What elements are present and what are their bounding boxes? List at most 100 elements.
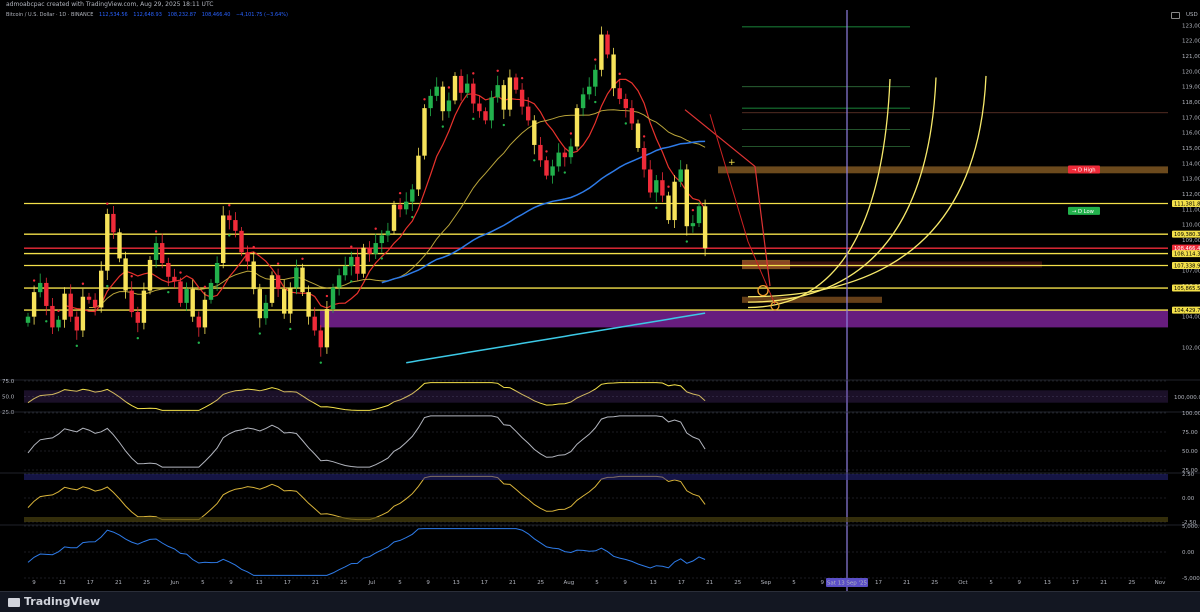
signal-dot xyxy=(350,280,353,283)
time-tick-label: 5 xyxy=(398,580,402,586)
signal-dot xyxy=(533,159,536,162)
cursor-date-text: Sat 13 Sep '25 xyxy=(827,581,868,587)
price-tick-label: 104,000.00 xyxy=(1182,315,1200,321)
signal-dot xyxy=(563,171,566,174)
price-tick-label: 123,000.00 xyxy=(1182,23,1200,29)
time-tick-label: 21 xyxy=(509,580,516,586)
candle-body xyxy=(129,290,134,313)
tradingview-logo-icon xyxy=(8,597,20,607)
candle-body xyxy=(562,152,567,158)
time-tick-label: 13 xyxy=(650,580,657,586)
pane-tick-label: 2.50 xyxy=(1182,472,1195,478)
time-tick-label: 9 xyxy=(820,580,824,586)
candle-body xyxy=(513,77,519,90)
candle-body xyxy=(599,34,604,70)
time-tick-label: 25 xyxy=(537,580,544,586)
level-price-text: 104,429.77 xyxy=(1174,308,1200,314)
candle-body xyxy=(190,289,195,317)
candle-body xyxy=(269,275,275,303)
zone-tag-text: → D High xyxy=(1072,167,1096,173)
time-tick-label: 25 xyxy=(931,580,938,586)
price-tick-label: 109,000.00 xyxy=(1182,238,1200,244)
candle-body xyxy=(379,235,384,244)
candle-body xyxy=(105,213,110,271)
candle-body xyxy=(239,230,244,253)
candle-body xyxy=(648,169,653,193)
candle-body xyxy=(44,282,49,306)
candle-body xyxy=(574,108,580,147)
candle-body xyxy=(361,247,366,274)
candle-body xyxy=(141,290,147,323)
candle-body xyxy=(538,144,543,161)
candle-body xyxy=(62,293,67,320)
level-price-text: 107,338.94 xyxy=(1174,263,1200,269)
candle-body xyxy=(233,220,238,231)
signal-dot xyxy=(325,294,329,298)
candle-body xyxy=(251,261,256,290)
candle-body xyxy=(202,299,208,328)
target-circle xyxy=(757,284,769,297)
pane-tick-label: 50.0 xyxy=(2,395,15,401)
price-tick-label: 112,000.00 xyxy=(1182,192,1200,198)
pane-tick-label: -5,000.00 xyxy=(1182,576,1200,582)
candle-body xyxy=(654,180,659,193)
time-tick-label: Oct xyxy=(958,580,968,586)
candle-body xyxy=(245,252,250,262)
signal-dot xyxy=(319,361,322,364)
signal-dot xyxy=(130,275,133,278)
pane-tick-label: 0.00 xyxy=(1182,496,1195,502)
pane-tick-label: 5,000.00 xyxy=(1182,524,1200,530)
candle-body xyxy=(672,181,677,221)
red-zone xyxy=(742,261,1042,268)
candle-body xyxy=(282,289,287,314)
signal-dot xyxy=(179,271,182,274)
candle-body xyxy=(410,189,415,202)
time-tick-label: 13 xyxy=(59,580,66,586)
candle-body xyxy=(629,108,635,124)
level-price-text: 105,865.57 xyxy=(1174,286,1200,292)
candle-body xyxy=(660,180,665,196)
ma-fast-line xyxy=(64,78,706,313)
candle-body xyxy=(458,75,464,93)
currency-label: USD xyxy=(1186,12,1198,18)
candle-body xyxy=(428,95,433,109)
footer-bar: TradingView xyxy=(0,591,1200,612)
signal-dot xyxy=(642,135,646,138)
signal-dot xyxy=(685,240,688,243)
signal-dot xyxy=(594,58,597,61)
candle-body xyxy=(477,103,482,112)
candle-body xyxy=(324,309,330,348)
candle-body xyxy=(343,266,348,276)
signal-dot xyxy=(276,262,280,265)
time-tick-label: 5 xyxy=(792,580,796,586)
time-tick-label: 17 xyxy=(284,580,291,586)
candle-body xyxy=(422,108,427,156)
signal-dot xyxy=(289,327,292,331)
candle-body xyxy=(153,243,159,260)
candle-body xyxy=(288,287,293,314)
time-tick-label: 5 xyxy=(201,580,205,586)
signal-dot xyxy=(228,204,231,207)
osc-band xyxy=(24,517,1168,522)
signal-dot xyxy=(57,309,60,313)
level-price-text: 108,114.36 xyxy=(1174,252,1200,258)
oscillators-layer: 75.050.025.0 100.0075.0050.0025.002.500.0… xyxy=(0,379,1200,582)
candle-body xyxy=(666,195,671,221)
pane-tick-label: 0.00 xyxy=(1182,550,1195,556)
candle-body xyxy=(617,88,622,99)
price-tags-layer: 111,381.85109,380.33108,466.40108,114.36… xyxy=(1068,165,1200,314)
chart-canvas[interactable]: + 75.050.025.0 100.0075.0050.0025.002.500… xyxy=(0,0,1200,612)
time-tick-label: 9 xyxy=(623,580,627,586)
osc-band xyxy=(24,474,1168,480)
signal-dot xyxy=(203,285,207,289)
signal-dot xyxy=(81,282,85,285)
candle-body xyxy=(31,292,37,317)
candle-body xyxy=(684,169,689,227)
tradingview-logo[interactable]: TradingView xyxy=(8,596,100,608)
time-tick-label: 17 xyxy=(1072,580,1079,586)
signal-dot xyxy=(228,234,231,237)
price-tick-label: 110,000.00 xyxy=(1182,223,1200,229)
time-tick-label: 9 xyxy=(32,580,36,586)
candle-body xyxy=(404,201,409,210)
candle-body xyxy=(214,263,220,283)
